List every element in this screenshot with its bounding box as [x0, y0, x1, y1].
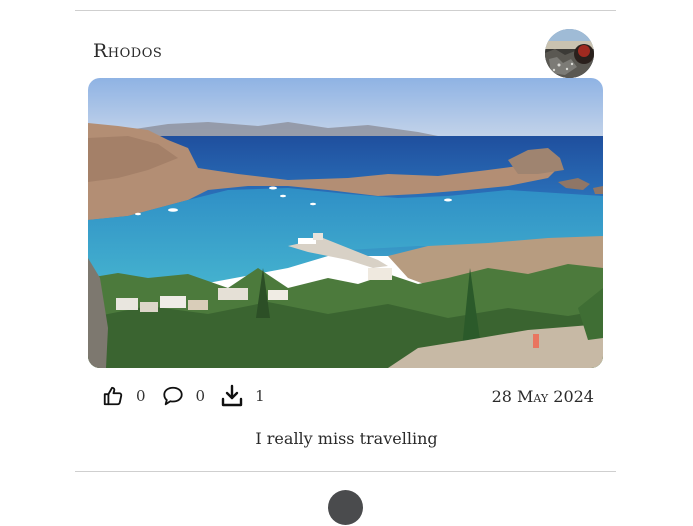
like-count: 0	[136, 387, 146, 405]
author-avatar[interactable]	[545, 29, 594, 78]
comment-count: 0	[195, 387, 206, 405]
comment-icon[interactable]	[160, 383, 186, 409]
post-title: Rhodos	[93, 40, 163, 62]
top-divider	[75, 10, 616, 11]
post-image[interactable]	[88, 78, 603, 368]
bottom-divider	[75, 471, 616, 472]
download-count: 1	[255, 387, 265, 405]
post-feed: Rhodos 0 0 1 28 May 2024 I really miss t…	[0, 0, 693, 526]
download-group: 1	[219, 383, 265, 409]
next-post-avatar[interactable]	[328, 490, 363, 525]
post-caption: I really miss travelling	[255, 429, 438, 448]
post-actions: 0 0 1	[100, 381, 279, 411]
thumbs-up-icon[interactable]	[100, 383, 126, 409]
like-group: 0	[100, 383, 146, 409]
post-date: 28 May 2024	[491, 387, 594, 406]
comment-group: 0	[160, 383, 206, 409]
download-icon[interactable]	[219, 383, 245, 409]
